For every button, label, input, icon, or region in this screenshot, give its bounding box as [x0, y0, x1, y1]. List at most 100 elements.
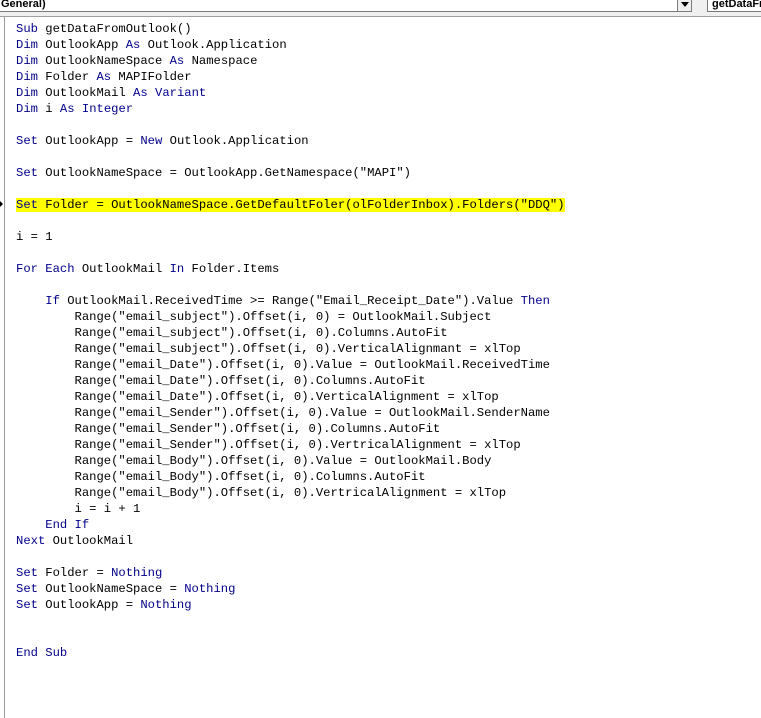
code-line[interactable]	[16, 277, 565, 293]
keyword-token: Next	[16, 534, 46, 548]
code-line[interactable]: Range("email_Body").Offset(i, 0).Columns…	[16, 469, 565, 485]
code-line[interactable]: Range("email_Date").Offset(i, 0).Vertica…	[16, 389, 565, 405]
code-line[interactable]: i = i + 1	[16, 501, 565, 517]
code-line[interactable]: Set OutlookNameSpace = OutlookApp.GetNam…	[16, 165, 565, 181]
code-token: Range("email_Body").Offset(i, 0).Vertric…	[16, 486, 507, 500]
code-text: Dim OutlookApp As Outlook.Application	[16, 38, 287, 52]
code-text: Dim i As Integer	[16, 102, 133, 116]
code-token: Range("email_Sender").Offset(i, 0).Value…	[16, 406, 550, 420]
code-token: OutlookMail.ReceivedTime >= Range("Email…	[59, 294, 521, 308]
code-line[interactable]: If OutlookMail.ReceivedTime >= Range("Em…	[16, 293, 565, 309]
keyword-token: End If	[45, 518, 90, 532]
keyword-token: If	[45, 294, 60, 308]
code-text: Next OutlookMail	[16, 534, 133, 548]
code-line[interactable]: Range("email_Body").Offset(i, 0).Vertric…	[16, 485, 565, 501]
code-line[interactable]: Set Folder = OutlookNameSpace.GetDefault…	[16, 197, 565, 213]
code-line[interactable]: Dim OutlookMail As Variant	[16, 85, 565, 101]
code-text: Set OutlookNameSpace = Nothing	[16, 582, 235, 596]
code-token: getDataFromOutlook()	[37, 22, 192, 36]
code-line[interactable]: End If	[16, 517, 565, 533]
code-line[interactable]	[16, 245, 565, 261]
procedure-dropdown[interactable]: getDataFr	[707, 0, 761, 12]
code-text: Range("email_Date").Offset(i, 0).Columns…	[16, 374, 426, 388]
code-line[interactable]: Dim OutlookNameSpace As Namespace	[16, 53, 565, 69]
code-line[interactable]: Dim i As Integer	[16, 101, 565, 117]
keyword-token: Set	[16, 134, 38, 148]
code-token: Folder = OutlookNameSpace.GetDefaultFole…	[37, 198, 565, 212]
code-line[interactable]: Range("email_Sender").Offset(i, 0).Value…	[16, 405, 565, 421]
code-line[interactable]	[16, 613, 565, 629]
keyword-token: Variant	[155, 86, 207, 100]
code-line[interactable]: Range("email_Sender").Offset(i, 0).Vertr…	[16, 437, 565, 453]
code-line[interactable]: Range("email_Date").Offset(i, 0).Columns…	[16, 373, 565, 389]
code-line[interactable]: Set OutlookApp = Nothing	[16, 597, 565, 613]
keyword-token: As	[133, 86, 148, 100]
code-text: Range("email_subject").Offset(i, 0).Vert…	[16, 342, 521, 356]
keyword-token: Dim	[16, 102, 38, 116]
code-text: i = i + 1	[16, 502, 141, 516]
code-line[interactable]	[16, 213, 565, 229]
code-line[interactable]: Dim Folder As MAPIFolder	[16, 69, 565, 85]
code-line[interactable]: Next OutlookMail	[16, 533, 565, 549]
code-text: Set OutlookApp = Nothing	[16, 598, 192, 612]
margin-indicator-bar[interactable]	[0, 17, 5, 718]
code-text: Range("email_subject").Offset(i, 0).Colu…	[16, 326, 448, 340]
keyword-token: Set	[16, 598, 38, 612]
code-line[interactable]: Range("email_subject").Offset(i, 0) = Ou…	[16, 309, 565, 325]
code-token: Range("email_Sender").Offset(i, 0).Vertr…	[16, 438, 521, 452]
keyword-token: Sub	[16, 22, 38, 36]
code-line[interactable]: Set OutlookApp = New Outlook.Application	[16, 133, 565, 149]
code-text: Range("email_Date").Offset(i, 0).Vertica…	[16, 390, 499, 404]
code-token: Folder	[37, 70, 97, 84]
code-line[interactable]	[16, 181, 565, 197]
code-line[interactable]	[16, 117, 565, 133]
code-text: Range("email_Body").Offset(i, 0).Vertric…	[16, 486, 507, 500]
procedure-dropdown-value: getDataFr	[712, 0, 761, 10]
keyword-token: As	[169, 54, 185, 68]
keyword-token: Nothing	[111, 566, 163, 580]
code-token: Outlook.Application	[162, 134, 309, 148]
code-token: Range("email_Date").Offset(i, 0).Columns…	[16, 374, 426, 388]
code-line[interactable]: Range("email_Body").Offset(i, 0).Value =…	[16, 453, 565, 469]
object-dropdown[interactable]: General)	[0, 0, 692, 12]
code-token: OutlookMail	[74, 262, 170, 276]
code-text: Sub getDataFromOutlook()	[16, 22, 192, 36]
code-token: Folder =	[37, 566, 112, 580]
code-token: OutlookApp =	[37, 598, 141, 612]
code-token: Folder.Items	[184, 262, 280, 276]
keyword-token: Set	[16, 582, 38, 596]
keyword-token: In	[169, 262, 185, 276]
code-text: Range("email_Sender").Offset(i, 0).Value…	[16, 406, 550, 420]
code-text: Set OutlookApp = New Outlook.Application	[16, 134, 309, 148]
code-line[interactable]: i = 1	[16, 229, 565, 245]
code-line[interactable]: Set Folder = Nothing	[16, 565, 565, 581]
code-line[interactable]: Range("email_subject").Offset(i, 0).Vert…	[16, 341, 565, 357]
code-line[interactable]: Range("email_subject").Offset(i, 0).Colu…	[16, 325, 565, 341]
code-window[interactable]: Sub getDataFromOutlook() Dim OutlookApp A…	[16, 21, 565, 661]
keyword-token: Dim	[16, 38, 38, 52]
code-line[interactable]: Sub getDataFromOutlook()	[16, 21, 565, 37]
code-token: OutlookNameSpace = OutlookApp.GetNamespa…	[37, 166, 411, 180]
code-line[interactable]	[16, 629, 565, 645]
keyword-token: As	[59, 102, 75, 116]
keyword-token: Dim	[16, 70, 38, 84]
code-text: Range("email_Sender").Offset(i, 0).Vertr…	[16, 438, 521, 452]
code-text: Dim OutlookMail As Variant	[16, 86, 206, 100]
keyword-token: Integer	[81, 102, 134, 116]
code-line[interactable]: Dim OutlookApp As Outlook.Application	[16, 37, 565, 53]
keyword-token: As	[125, 38, 141, 52]
code-line[interactable]: End Sub	[16, 645, 565, 661]
code-token: i	[37, 102, 60, 116]
object-dropdown-button[interactable]	[677, 0, 691, 11]
code-line[interactable]: For Each OutlookMail In Folder.Items	[16, 261, 565, 277]
code-text: For Each OutlookMail In Folder.Items	[16, 262, 279, 276]
code-line[interactable]: Range("email_Date").Offset(i, 0).Value =…	[16, 357, 565, 373]
code-token: OutlookMail	[45, 534, 134, 548]
code-line[interactable]	[16, 149, 565, 165]
code-line[interactable]: Range("email_Sender").Offset(i, 0).Colum…	[16, 421, 565, 437]
code-token: Outlook.Application	[140, 38, 287, 52]
code-line[interactable]: Set OutlookNameSpace = Nothing	[16, 581, 565, 597]
code-line[interactable]	[16, 549, 565, 565]
code-token: OutlookApp =	[37, 134, 141, 148]
